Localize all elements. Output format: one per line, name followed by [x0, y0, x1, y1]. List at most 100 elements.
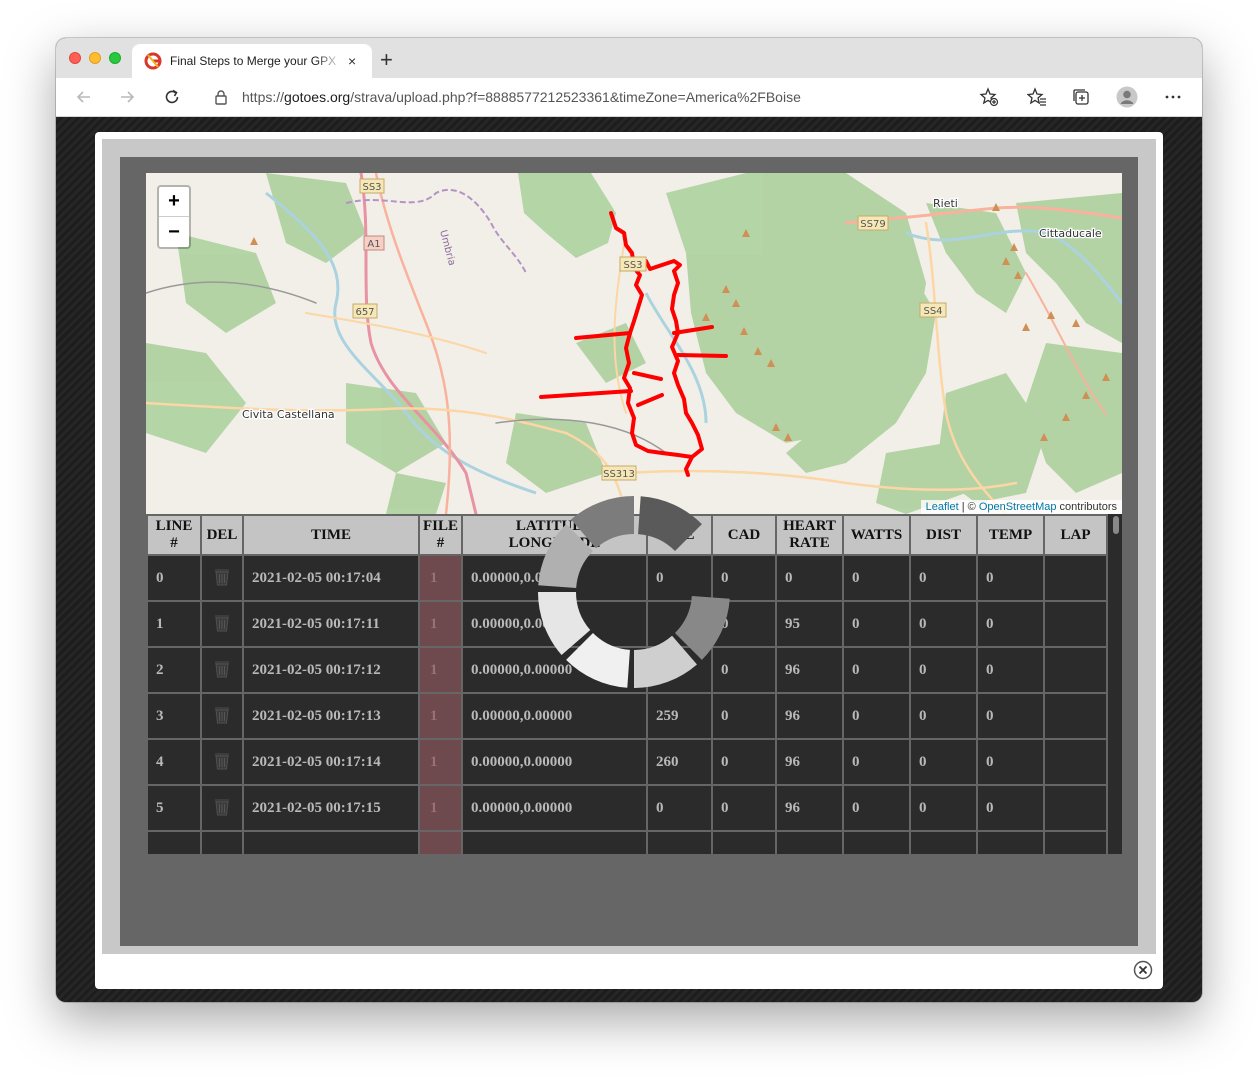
cell-file[interactable]: 1: [418, 554, 463, 602]
window-close-button[interactable]: [69, 52, 81, 64]
url-scheme: https://: [242, 89, 285, 105]
modal-close-button[interactable]: [1133, 960, 1153, 980]
reload-button[interactable]: [161, 86, 183, 108]
cell-watts: [842, 830, 911, 854]
profile-button[interactable]: [1116, 86, 1138, 108]
modal-frame: SS3 A1 Umbria 657 Civita Castellana SS3: [102, 139, 1156, 954]
page-background: SS3 A1 Umbria 657 Civita Castellana SS3: [56, 117, 1202, 1002]
cell-line: 2: [146, 646, 202, 694]
lock-icon: [215, 90, 227, 105]
header-file[interactable]: FILE #: [418, 514, 463, 556]
cell-heart-rate: 0: [775, 554, 844, 602]
header-line[interactable]: LINE #: [146, 514, 202, 556]
browser-tab-active[interactable]: Final Steps to Merge your GPX ×: [132, 44, 372, 78]
header-watts[interactable]: WATTS: [842, 514, 911, 556]
cell-time: 2021-02-05 00:17:13: [242, 692, 420, 740]
window-minimize-button[interactable]: [89, 52, 101, 64]
back-arrow-icon: [76, 91, 90, 103]
label-ss3-route: SS3: [623, 260, 642, 271]
cell-lap: [1043, 554, 1108, 602]
cell-del[interactable]: [200, 646, 244, 694]
tab-close-icon[interactable]: ×: [348, 53, 356, 69]
label-a1: A1: [367, 239, 380, 250]
cell-del[interactable]: [200, 600, 244, 648]
cell-dist: 0: [909, 646, 978, 694]
collections-icon: [1073, 89, 1089, 105]
cell-file[interactable]: 1: [418, 784, 463, 832]
cell-line: 4: [146, 738, 202, 786]
label-657: 657: [355, 307, 374, 318]
cell-del[interactable]: [200, 784, 244, 832]
header-temp[interactable]: TEMP: [976, 514, 1045, 556]
url-text: https://gotoes.org/strava/upload.php?f=8…: [242, 89, 801, 105]
header-dist[interactable]: DIST: [909, 514, 978, 556]
window-zoom-button[interactable]: [109, 52, 121, 64]
map-attribution: Leaflet | © OpenStreetMap contributors: [920, 500, 1122, 514]
attribution-separator: | ©: [958, 501, 979, 513]
zoom-out-button[interactable]: −: [159, 217, 189, 247]
browser-toolbar: https://gotoes.org/strava/upload.php?f=8…: [56, 78, 1202, 117]
tab-title: Final Steps to Merge your GPX: [170, 54, 337, 68]
cell-file[interactable]: [418, 830, 463, 854]
cell-lap: [1043, 692, 1108, 740]
forward-arrow-icon: [121, 91, 135, 103]
cell-dist: [909, 830, 978, 854]
openstreetmap-link[interactable]: OpenStreetMap: [979, 501, 1057, 513]
forward-button[interactable]: [116, 86, 138, 108]
scrollbar-thumb[interactable]: [1113, 516, 1119, 534]
more-menu-button[interactable]: [1162, 86, 1184, 108]
header-lap[interactable]: LAP: [1043, 514, 1108, 556]
header-heart-rate[interactable]: HEART RATE: [775, 514, 844, 556]
cell-heart-rate: 95: [775, 600, 844, 648]
cell-watts: 0: [842, 692, 911, 740]
modal-dialog: SS3 A1 Umbria 657 Civita Castellana SS3: [95, 132, 1163, 989]
cell-heart-rate: 96: [775, 784, 844, 832]
cell-del[interactable]: [200, 738, 244, 786]
more-icon: [1165, 95, 1181, 99]
browser-window: Final Steps to Merge your GPX × + https:…: [56, 38, 1202, 1002]
zoom-in-button[interactable]: +: [159, 187, 189, 217]
cell-watts: 0: [842, 600, 911, 648]
gotoes-favicon-icon: [144, 52, 162, 70]
attribution-suffix: contributors: [1056, 501, 1117, 513]
leaflet-link[interactable]: Leaflet: [926, 501, 959, 513]
cell-temp: 0: [976, 600, 1045, 648]
cell-dist: 0: [909, 784, 978, 832]
favorites-button[interactable]: [1026, 86, 1048, 108]
back-button[interactable]: [73, 86, 95, 108]
cell-lap: [1043, 830, 1108, 854]
route-map[interactable]: SS3 A1 Umbria 657 Civita Castellana SS3: [146, 173, 1122, 514]
loading-spinner: [538, 496, 730, 688]
cell-time: [242, 830, 420, 854]
cell-temp: 0: [976, 738, 1045, 786]
cell-file[interactable]: 1: [418, 646, 463, 694]
new-tab-button[interactable]: +: [380, 49, 393, 71]
cell-file[interactable]: 1: [418, 600, 463, 648]
cell-file[interactable]: 1: [418, 692, 463, 740]
cell-ele: 259: [646, 692, 713, 740]
cell-file[interactable]: 1: [418, 738, 463, 786]
add-favorite-button[interactable]: [978, 86, 1000, 108]
cell-del[interactable]: [200, 830, 244, 854]
header-del[interactable]: DEL: [200, 514, 244, 556]
header-time[interactable]: TIME: [242, 514, 420, 556]
cell-cad: 0: [711, 784, 777, 832]
cell-del[interactable]: [200, 554, 244, 602]
label-ss313: SS313: [603, 469, 635, 480]
cell-line: 3: [146, 692, 202, 740]
table-scrollbar[interactable]: [1112, 516, 1120, 852]
cell-heart-rate: 96: [775, 646, 844, 694]
cell-latlon: 0.00000,0.00000: [461, 692, 648, 740]
spinner-segments: [538, 496, 730, 688]
content-panel: SS3 A1 Umbria 657 Civita Castellana SS3: [120, 157, 1138, 946]
cell-cad: 0: [711, 692, 777, 740]
table-row: 5 2021-02-05 00:17:15 1 0.00000,0.00000 0 0 96…: [146, 784, 1108, 832]
collections-button[interactable]: [1070, 86, 1092, 108]
cell-lap: [1043, 784, 1108, 832]
address-bar[interactable]: https://gotoes.org/strava/upload.php?f=8…: [202, 82, 1010, 112]
cell-watts: 0: [842, 784, 911, 832]
trash-icon: [215, 752, 229, 769]
cell-del[interactable]: [200, 692, 244, 740]
cell-dist: 0: [909, 600, 978, 648]
cell-dist: 0: [909, 692, 978, 740]
